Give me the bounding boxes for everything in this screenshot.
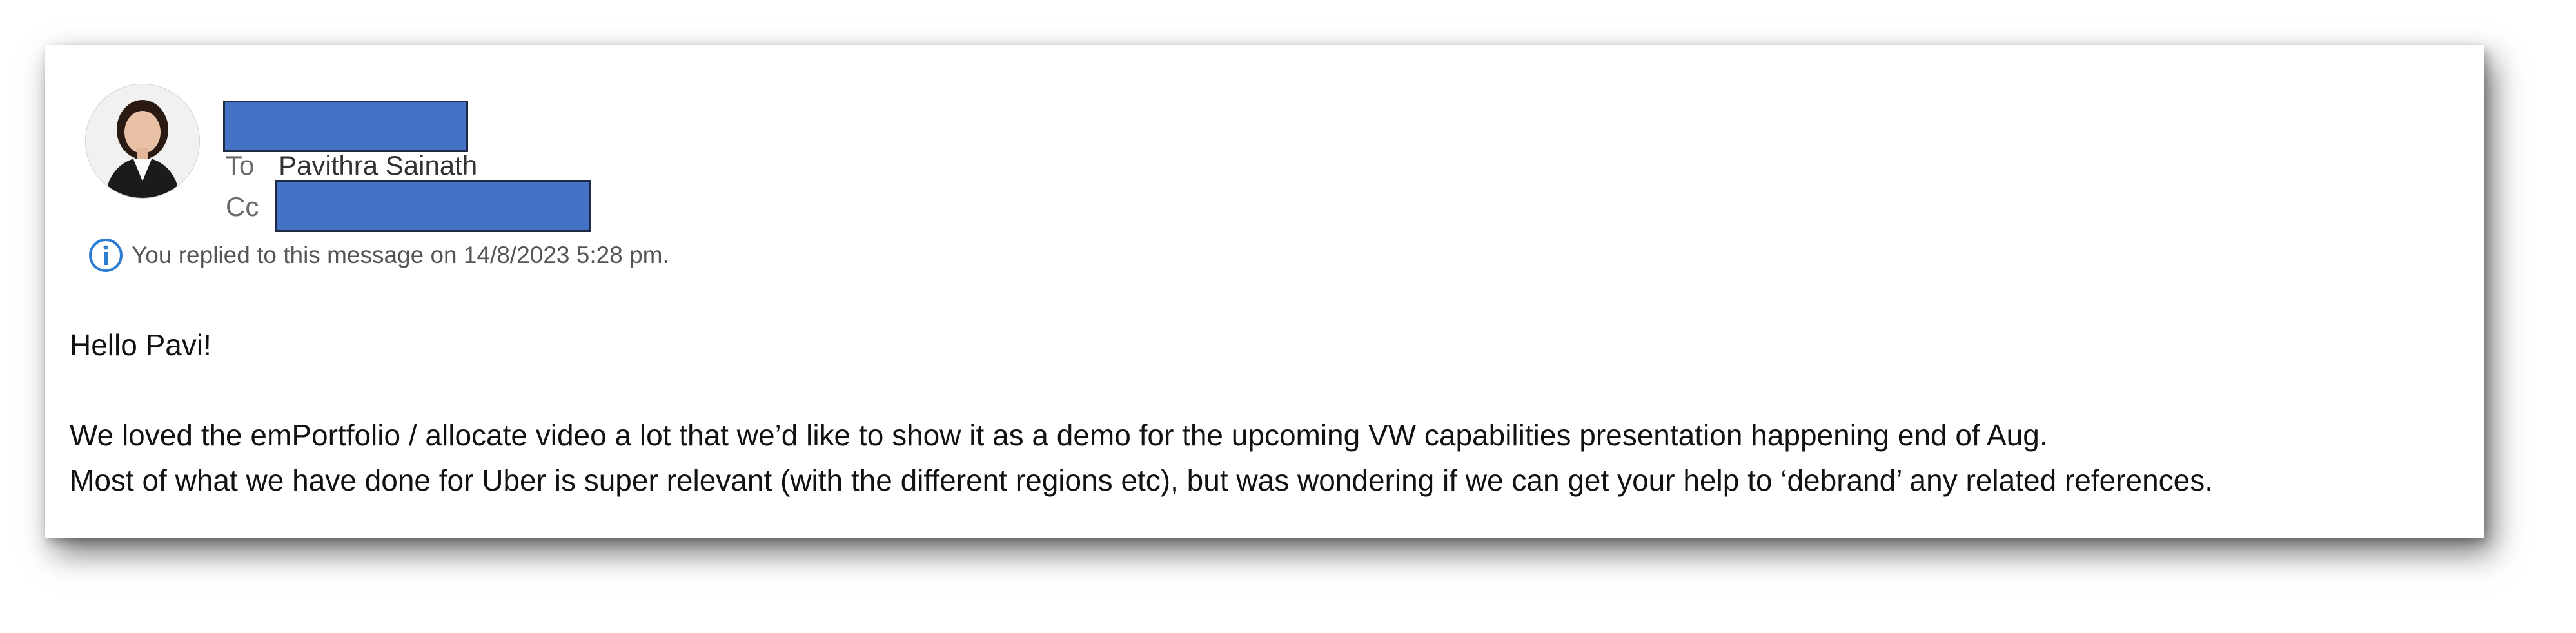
reply-notice: You replied to this message on 14/8/2023… (88, 236, 669, 275)
sender-avatar[interactable] (85, 84, 200, 199)
email-message-card: To Pavithra Sainath Cc You replied to th… (45, 45, 2484, 538)
from-redacted-block (223, 101, 468, 152)
cutoff-text (258, 23, 266, 55)
reply-notice-text: You replied to this message on 14/8/2023… (132, 242, 669, 268)
message-body-line-2: Most of what we have done for Uber is su… (70, 463, 2214, 497)
message-body-line-1: We loved the emPortfolio / allocate vide… (70, 418, 2048, 452)
cc-label: Cc (226, 191, 259, 222)
to-recipient-name[interactable]: Pavithra Sainath (279, 152, 477, 179)
avatar-photo (86, 84, 199, 198)
message-greeting: Hello Pavi! (70, 328, 211, 362)
info-icon (88, 237, 124, 273)
to-label: To (226, 150, 255, 180)
cc-redacted-block (275, 180, 591, 232)
screenshot-stage: To Pavithra Sainath Cc You replied to th… (0, 0, 2576, 633)
